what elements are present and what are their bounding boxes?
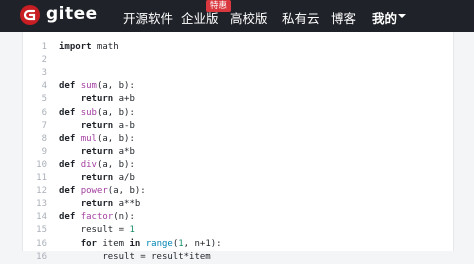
line-number[interactable]: 14	[23, 211, 47, 224]
code-text: return a+b	[80, 94, 135, 105]
code-line: 15 result = 1	[23, 224, 453, 237]
line-number[interactable]: 6	[23, 107, 47, 120]
line-number[interactable]: 10	[23, 159, 47, 172]
code-line: 7 return a-b	[23, 120, 453, 133]
top-navbar: gitee 开源软件 企业版 特惠 高校版 私有云 博客 我的	[0, 0, 474, 32]
line-number[interactable]: 1	[23, 41, 47, 54]
code-text: return a-b	[80, 120, 135, 131]
code-text: for item in range(1, n+1):	[80, 238, 222, 249]
line-number[interactable]: 4	[23, 80, 47, 93]
nav-blog[interactable]: 博客	[331, 8, 356, 27]
code-line: 5 return a+b	[23, 93, 453, 106]
code-text: def mul(a, b):	[59, 133, 135, 144]
line-number[interactable]: 11	[23, 172, 47, 185]
promo-badge: 特惠	[206, 0, 232, 12]
brand-name[interactable]: gitee	[46, 4, 98, 24]
line-number[interactable]: 13	[23, 198, 47, 211]
nav-private-cloud[interactable]: 私有云	[282, 8, 320, 27]
code-text: def sum(a, b):	[59, 81, 135, 92]
line-number[interactable]: 5	[23, 93, 47, 106]
code-text: def sub(a, b):	[59, 107, 135, 118]
nav-university[interactable]: 高校版	[230, 8, 268, 27]
line-number[interactable]: 3	[23, 67, 47, 80]
line-number[interactable]: 16	[23, 238, 47, 251]
code-line: 14 def factor(n):	[23, 211, 453, 224]
code-text: return a**b	[80, 199, 141, 210]
code-text: def div(a, b):	[59, 159, 135, 170]
nav-mine[interactable]: 我的	[372, 8, 397, 27]
code-line: 4 def sum(a, b):	[23, 80, 453, 93]
code-line: 1 import math	[23, 41, 453, 54]
code-line: 12 def power(a, b):	[23, 185, 453, 198]
line-number[interactable]: 15	[23, 224, 47, 237]
line-number[interactable]: 2	[23, 54, 47, 67]
chevron-down-icon[interactable]	[398, 14, 406, 18]
code-line: 6 def sub(a, b):	[23, 107, 453, 120]
code-line: 2	[23, 54, 453, 67]
code-text: return a/b	[80, 173, 135, 183]
gitee-g-icon	[23, 9, 36, 21]
code-line: 16 for item in range(1, n+1):	[23, 238, 453, 251]
code-line: 9 return a*b	[23, 146, 453, 159]
code-text: def factor(n):	[59, 212, 135, 223]
code-line: 11 return a/b	[23, 172, 453, 185]
code-line: 13 return a**b	[23, 198, 453, 211]
gitee-logo-icon[interactable]	[20, 5, 40, 25]
code-viewer: 1 import math 2 3 4 def sum(a, b): 5 return a+…	[22, 32, 454, 262]
line-number[interactable]: 12	[23, 185, 47, 198]
line-number[interactable]: 8	[23, 133, 47, 146]
line-number[interactable]: 9	[23, 146, 47, 159]
line-number[interactable]: 16	[23, 251, 47, 264]
code-line: 16 result = result*item	[23, 251, 453, 264]
code-text: result = 1	[59, 225, 135, 236]
code-line: 8 def mul(a, b):	[23, 133, 453, 146]
code-line: 10 def div(a, b):	[23, 159, 453, 172]
code-text: def power(a, b):	[59, 186, 146, 197]
line-number[interactable]: 7	[23, 120, 47, 133]
code-text: result = result*item	[59, 251, 211, 262]
code-text: return a*b	[80, 146, 135, 157]
code-text: import math	[59, 42, 119, 52]
nav-open-source[interactable]: 开源软件	[123, 8, 173, 27]
code-line: 3	[23, 67, 453, 80]
